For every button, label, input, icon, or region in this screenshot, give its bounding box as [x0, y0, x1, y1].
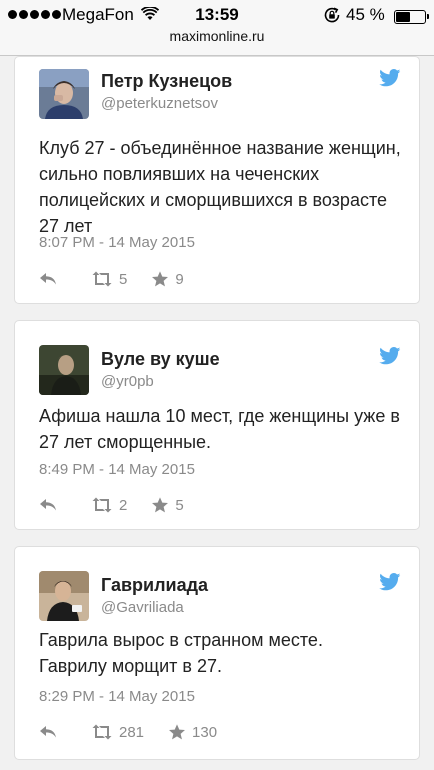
retweet-icon [92, 271, 112, 287]
retweet-button[interactable]: 5 [91, 271, 127, 288]
favorite-button[interactable]: 130 [168, 724, 217, 741]
retweet-icon [92, 497, 112, 513]
battery-percentage: 45 % [346, 5, 385, 24]
tweet-text: Гаврила вырос в странном месте. Гаврилу … [39, 630, 323, 676]
tweet-actions: 5 9 [39, 269, 184, 289]
rotation-lock-icon [324, 7, 340, 23]
tweet-card: Петр Кузнецов @peterkuznetsov Клуб 27 - … [14, 56, 420, 304]
reply-button[interactable] [39, 272, 59, 286]
tweet-author-handle[interactable]: @Gavriliada [101, 599, 184, 616]
retweet-button[interactable]: 2 [91, 497, 127, 514]
twitter-bird-icon[interactable] [379, 347, 401, 365]
avatar[interactable] [39, 345, 89, 395]
tweet-text: Афиша нашла 10 мест, где женщины уже в 2… [39, 406, 400, 452]
tweet-author-name[interactable]: Петр Кузнецов [101, 71, 232, 92]
retweet-count: 5 [119, 270, 128, 288]
tweet-actions: 281 130 [39, 722, 217, 742]
tweet-actions: 2 5 [39, 495, 184, 515]
favorite-button[interactable]: 5 [151, 496, 184, 514]
retweet-count: 2 [119, 496, 128, 514]
reply-icon [40, 726, 56, 738]
favorite-count: 5 [175, 496, 184, 514]
twitter-bird-icon[interactable] [379, 69, 401, 87]
tweet-text: Клуб 27 - объединённое название женщин, … [39, 138, 401, 236]
avatar[interactable] [39, 571, 89, 621]
browser-status-bar: MegaFon 13:59 45 % maximonline.ru [0, 0, 434, 56]
reply-icon [40, 499, 56, 511]
battery-icon [394, 10, 429, 24]
retweet-icon [92, 724, 112, 740]
tweet-card: Вуле ву куше @yr0pb Афиша нашла 10 мест,… [14, 320, 420, 530]
tweet-timestamp[interactable]: 8:07 PM - 14 May 2015 [39, 234, 195, 251]
favorite-count: 9 [175, 270, 184, 288]
tweet-author-handle[interactable]: @peterkuznetsov [101, 95, 218, 112]
tweet-timestamp[interactable]: 8:49 PM - 14 May 2015 [39, 461, 195, 478]
tweet-timestamp[interactable]: 8:29 PM - 14 May 2015 [39, 688, 195, 705]
twitter-bird-icon[interactable] [379, 573, 401, 591]
tweet-card: Гаврилиада @Gavriliada Гаврила вырос в с… [14, 546, 420, 760]
favorite-count: 130 [192, 723, 218, 741]
star-icon [169, 723, 186, 739]
favorite-button[interactable]: 9 [151, 270, 184, 288]
reply-icon [40, 273, 56, 285]
retweet-count: 281 [119, 723, 145, 741]
tweet-author-name[interactable]: Вуле ву куше [101, 349, 220, 370]
reply-button[interactable] [39, 498, 59, 512]
retweet-button[interactable]: 281 [91, 724, 144, 741]
star-icon [152, 496, 169, 512]
tweet-author-handle[interactable]: @yr0pb [101, 373, 154, 390]
avatar[interactable] [39, 69, 89, 119]
star-icon [152, 270, 169, 286]
reply-button[interactable] [39, 725, 59, 739]
address-bar-url[interactable]: maximonline.ru [0, 28, 434, 44]
tweet-author-name[interactable]: Гаврилиада [101, 575, 208, 596]
